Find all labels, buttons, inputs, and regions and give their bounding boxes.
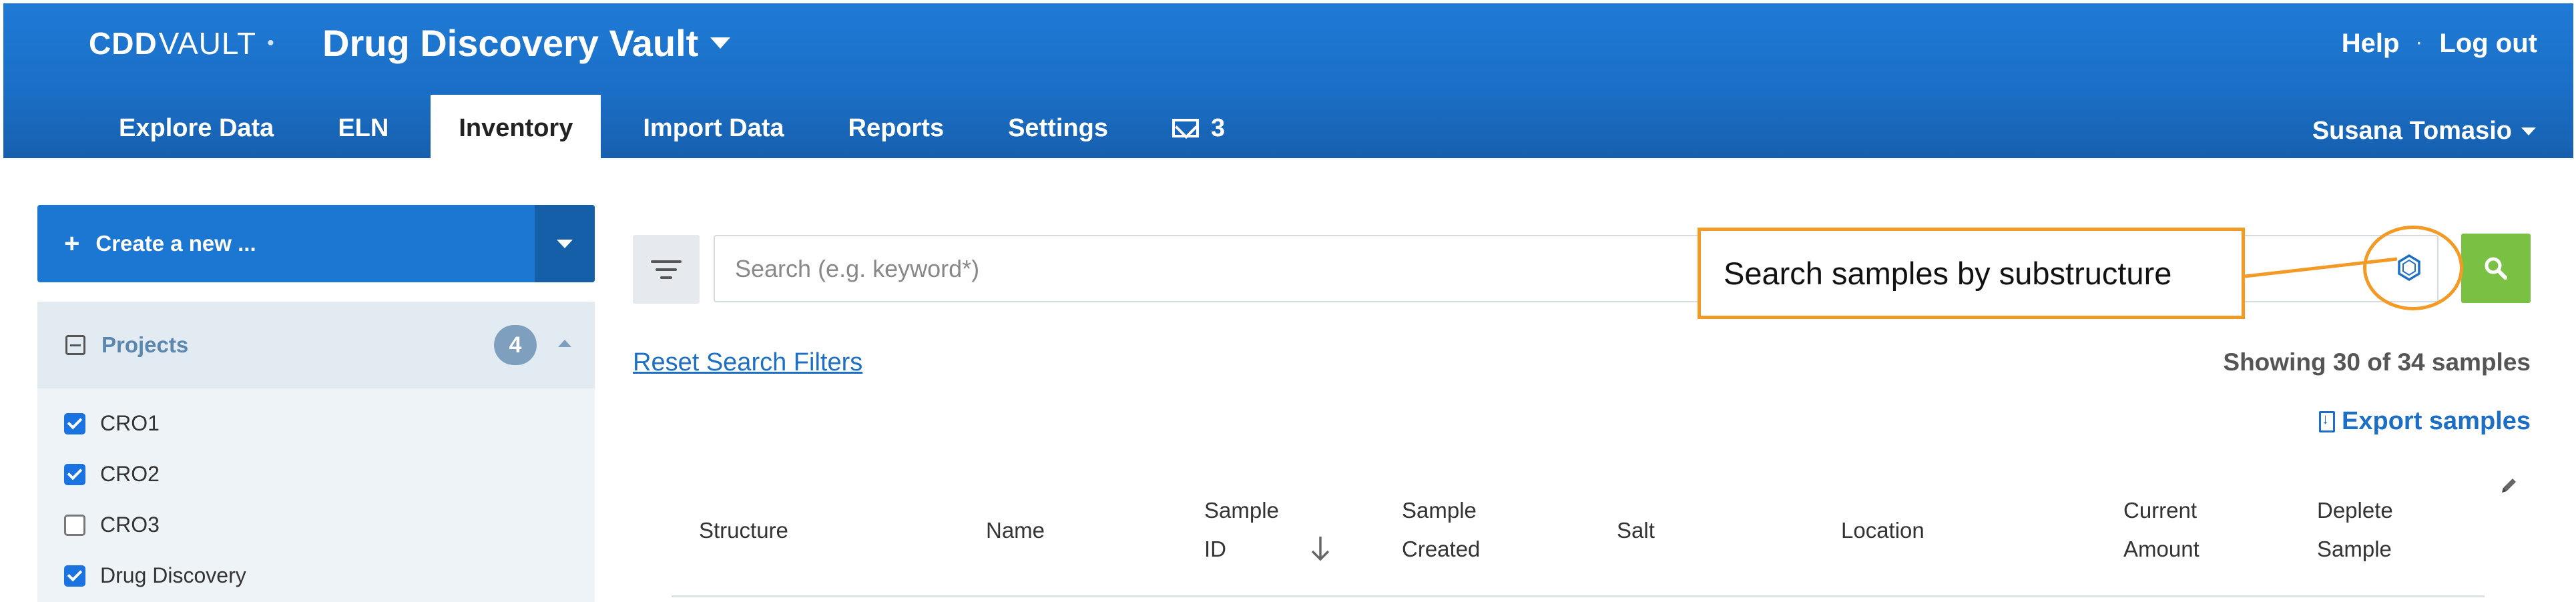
column-label: Salt	[1617, 518, 1655, 543]
envelope-icon	[1172, 119, 1199, 137]
project-item-drug-discovery[interactable]: Drug Discovery	[64, 563, 246, 588]
project-item-cro1[interactable]: CRO1	[64, 411, 160, 436]
main-nav: Explore Data ELN Inventory Import Data R…	[97, 95, 1267, 162]
project-item-cro2[interactable]: CRO2	[64, 462, 160, 487]
create-new-label: Create a new ...	[95, 231, 256, 256]
magnifier-icon	[2485, 257, 2507, 280]
project-name: CRO2	[100, 462, 160, 486]
column-label-line1: Sample	[1402, 498, 1477, 523]
project-name: CRO3	[100, 513, 160, 537]
column-label-line1: Deplete	[2317, 498, 2393, 523]
projects-count-badge: 4	[494, 325, 537, 365]
project-checkbox[interactable]	[64, 412, 85, 434]
logout-link[interactable]: Log out	[2439, 29, 2537, 59]
project-checkbox[interactable]	[64, 463, 85, 485]
logo-dot: •	[267, 32, 275, 54]
logo-cdd-text: CDD	[89, 26, 158, 61]
projects-panel: Projects 4 CRO1 CRO2 CRO3 Drug Discovery	[37, 302, 595, 602]
vault-title: Drug Discovery Vault	[322, 21, 699, 64]
tab-messages[interactable]: 3	[1150, 95, 1247, 162]
tab-inventory[interactable]: Inventory	[431, 95, 601, 162]
reset-search-filters-link[interactable]: Reset Search Filters	[633, 348, 862, 377]
create-new-button[interactable]: + Create a new ...	[37, 205, 535, 282]
user-caret-down-icon	[2521, 127, 2536, 135]
filter-lines-icon-short	[660, 276, 672, 279]
top-link-separator: ·	[2416, 34, 2422, 53]
column-label-line2: Amount	[2123, 537, 2200, 561]
app-header: CDD VAULT • Drug Discovery Vault Help · …	[3, 3, 2573, 162]
column-current-amount[interactable]: Current Amount	[2123, 491, 2200, 569]
column-label: Location	[1841, 518, 1924, 543]
callout-text: Search samples by substructure	[1724, 256, 2172, 291]
export-label: Export samples	[2342, 407, 2531, 435]
column-label: Structure	[699, 518, 788, 543]
vault-selector[interactable]: Drug Discovery Vault	[322, 19, 731, 66]
column-location[interactable]: Location	[1841, 511, 1924, 550]
column-deplete-sample[interactable]: Deplete Sample	[2317, 491, 2393, 569]
project-name: CRO1	[100, 411, 160, 435]
column-label-line2: Created	[1402, 537, 1481, 561]
export-samples-link[interactable]: Export samples	[2319, 407, 2531, 436]
filter-lines-icon	[651, 260, 682, 263]
file-download-icon	[2319, 410, 2335, 432]
cdd-vault-logo[interactable]: CDD VAULT •	[89, 23, 275, 63]
collapse-minus-icon[interactable]	[65, 335, 85, 355]
column-label-line2: ID	[1204, 537, 1226, 561]
results-count: Showing 30 of 34 samples	[2223, 348, 2531, 376]
messages-count: 3	[1210, 113, 1226, 142]
column-label-line2: Sample	[2317, 537, 2392, 561]
pencil-icon[interactable]	[2497, 474, 2521, 498]
project-item-cro3[interactable]: CRO3	[64, 513, 160, 537]
column-structure[interactable]: Structure	[699, 511, 788, 550]
plus-icon: +	[64, 228, 80, 258]
projects-header[interactable]: Projects 4	[37, 302, 595, 388]
column-label-line1: Sample	[1204, 498, 1279, 523]
arrow-down-icon[interactable]	[1308, 534, 1332, 563]
user-name: Susana Tomasio	[2312, 117, 2512, 145]
column-salt[interactable]: Salt	[1617, 511, 1655, 550]
column-sample-id[interactable]: Sample ID	[1204, 491, 1279, 569]
project-name: Drug Discovery	[100, 563, 246, 587]
filter-toggle-button[interactable]	[633, 235, 700, 304]
help-link[interactable]: Help	[2342, 29, 2400, 59]
tab-import-data[interactable]: Import Data	[621, 95, 806, 162]
search-button[interactable]	[2461, 234, 2531, 303]
logo-vault-text: VAULT	[158, 26, 257, 61]
callout-highlight-ring	[2363, 226, 2463, 310]
top-links: Help · Log out	[2342, 29, 2537, 59]
chevron-up-icon[interactable]	[558, 340, 571, 347]
chevron-down-icon	[557, 239, 573, 248]
table-header-divider	[672, 595, 2485, 597]
create-new-button-group: + Create a new ...	[37, 205, 595, 282]
project-checkbox[interactable]	[64, 565, 85, 587]
search-input[interactable]	[734, 254, 1671, 284]
project-checkbox[interactable]	[64, 514, 85, 536]
tab-eln[interactable]: ELN	[316, 95, 411, 162]
vault-caret-down-icon	[710, 37, 731, 49]
tab-settings[interactable]: Settings	[986, 95, 1130, 162]
column-sample-created[interactable]: Sample Created	[1402, 491, 1480, 569]
column-label: Name	[986, 518, 1045, 543]
tab-explore-data[interactable]: Explore Data	[97, 95, 296, 162]
column-name[interactable]: Name	[986, 511, 1045, 550]
tab-reports[interactable]: Reports	[826, 95, 967, 162]
user-menu[interactable]: Susana Tomasio	[2312, 117, 2536, 145]
substructure-callout: Search samples by substructure	[1698, 228, 2245, 319]
projects-label: Projects	[101, 332, 189, 357]
create-new-dropdown-toggle[interactable]	[535, 205, 595, 282]
column-label-line1: Current	[2123, 498, 2198, 523]
filter-lines-icon-mid	[656, 268, 677, 271]
